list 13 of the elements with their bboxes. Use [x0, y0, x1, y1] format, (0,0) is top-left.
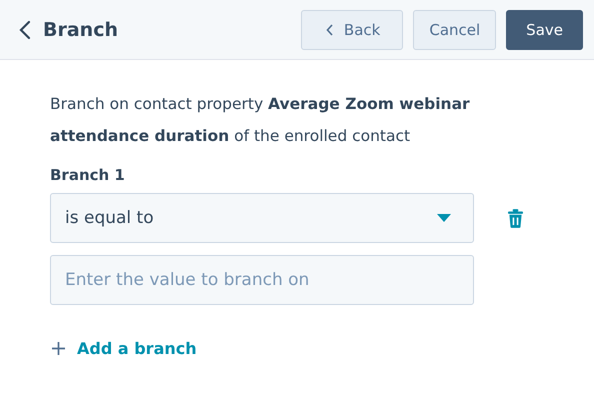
- description-text: Branch on contact property Average Zoom webinar attendance duration of the enrolled contact: [50, 94, 471, 147]
- cancel-button[interactable]: Cancel: [413, 10, 496, 50]
- dropdown-caret-icon: [437, 214, 451, 222]
- add-branch-link[interactable]: Add a branch: [52, 339, 197, 358]
- delete-icon[interactable]: [508, 208, 523, 228]
- back-button[interactable]: Back: [300, 10, 404, 50]
- operator-dropdown[interactable]: is equal to: [50, 193, 474, 243]
- branch-label: Branch 1: [50, 166, 126, 184]
- plus-icon: [52, 342, 65, 355]
- panel-title: Branch: [43, 18, 118, 40]
- value-input-field[interactable]: Enter the value to branch on: [50, 255, 474, 305]
- chevron-left-icon: [326, 24, 334, 36]
- save-button[interactable]: Save: [506, 10, 583, 50]
